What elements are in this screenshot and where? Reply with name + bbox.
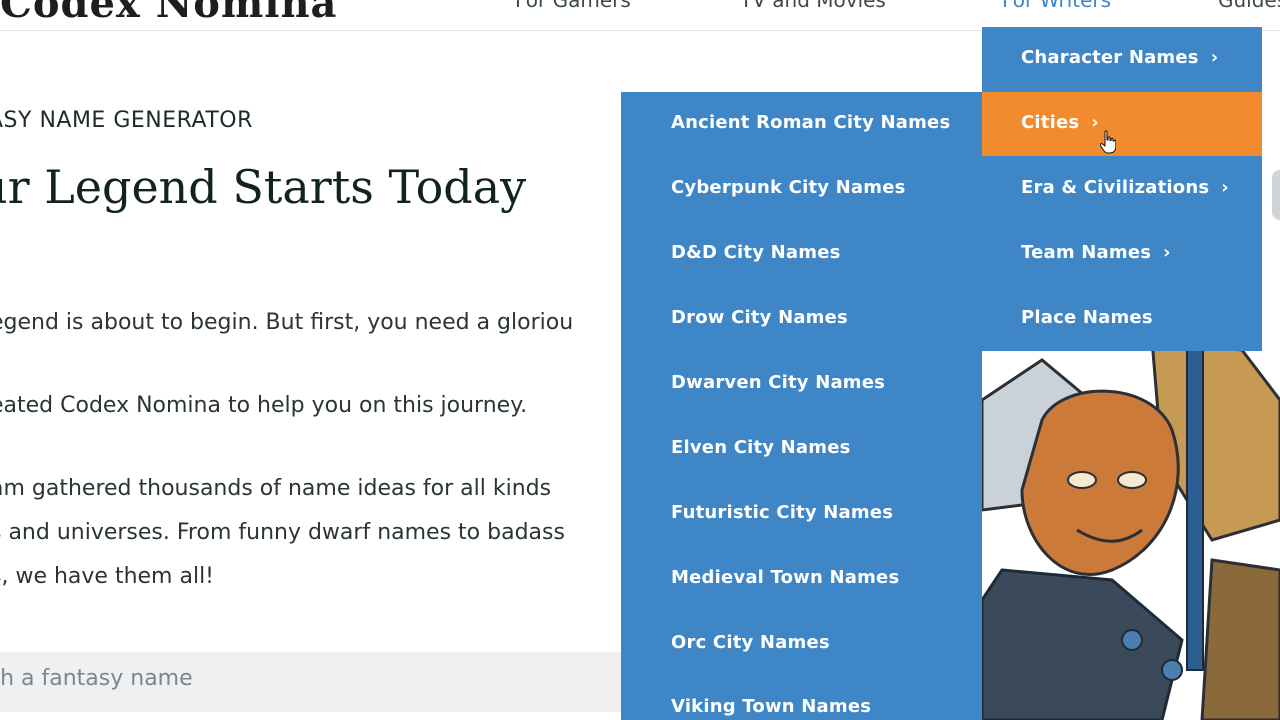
- search-input[interactable]: ch a fantasy name: [0, 652, 640, 712]
- submenu-item-orc[interactable]: Orc City Names: [671, 632, 830, 653]
- submenu-item-drow[interactable]: Drow City Names: [671, 307, 848, 328]
- hero-paragraph: eated Codex Nomina to help you on this j…: [0, 393, 528, 418]
- menu-item-label: Team Names: [1021, 242, 1152, 263]
- submenu-item-dwarven[interactable]: Dwarven City Names: [671, 372, 885, 393]
- menu-item-character-names[interactable]: Character Names ›: [1021, 47, 1218, 68]
- menu-item-label: Character Names: [1021, 47, 1199, 68]
- menu-item-team-names[interactable]: Team Names ›: [1021, 242, 1171, 263]
- menu-item-label: Era & Civilizations: [1021, 177, 1210, 198]
- chevron-right-icon: ›: [1163, 242, 1171, 263]
- hero-paragraph: am gathered thousands of name ideas for …: [0, 476, 552, 501]
- submenu-item-elven[interactable]: Elven City Names: [671, 437, 851, 458]
- menu-item-cities[interactable]: Cities ›: [1021, 112, 1099, 133]
- submenu-item-cyberpunk[interactable]: Cyberpunk City Names: [671, 177, 906, 198]
- chevron-right-icon: ›: [1091, 112, 1099, 133]
- search-placeholder: ch a fantasy name: [0, 666, 193, 691]
- hero-paragraph: s and universes. From funny dwarf names …: [0, 520, 565, 545]
- menu-item-place-names[interactable]: Place Names: [1021, 307, 1153, 328]
- nav-tv-and-movies[interactable]: TV and Movies: [740, 0, 886, 12]
- submenu-item-dnd[interactable]: D&D City Names: [671, 242, 841, 263]
- hero-title: ur Legend Starts Today: [0, 160, 527, 214]
- submenu-item-viking[interactable]: Viking Town Names: [671, 696, 871, 717]
- hand-cursor-icon: [1100, 130, 1116, 154]
- hero-paragraph: egend is about to begin. But first, you …: [0, 310, 574, 335]
- nav-for-writers[interactable]: For Writers: [1002, 0, 1111, 12]
- chevron-right-icon: ›: [1210, 47, 1219, 68]
- hero-kicker: asy name generator: [0, 108, 253, 133]
- menu-item-label: Cities: [1021, 112, 1080, 133]
- menu-item-label: Place Names: [1021, 307, 1153, 328]
- submenu-item-futuristic[interactable]: Futuristic City Names: [671, 502, 893, 523]
- goblin-illustration: [982, 340, 1280, 720]
- nav-guides[interactable]: Guides: [1218, 0, 1280, 12]
- illustration-fragment: [1272, 170, 1280, 220]
- chevron-right-icon: ›: [1221, 177, 1229, 198]
- menu-item-era-civilizations[interactable]: Era & Civilizations ›: [1021, 177, 1229, 198]
- nav-for-gamers[interactable]: For Gamers: [515, 0, 631, 12]
- submenu-item-ancient-roman[interactable]: Ancient Roman City Names: [671, 112, 950, 133]
- submenu-item-medieval[interactable]: Medieval Town Names: [671, 567, 899, 588]
- site-logo[interactable]: Codex Nomina: [0, 0, 337, 27]
- hero-illustration: [982, 340, 1280, 720]
- hero-paragraph: s, we have them all!: [0, 564, 214, 589]
